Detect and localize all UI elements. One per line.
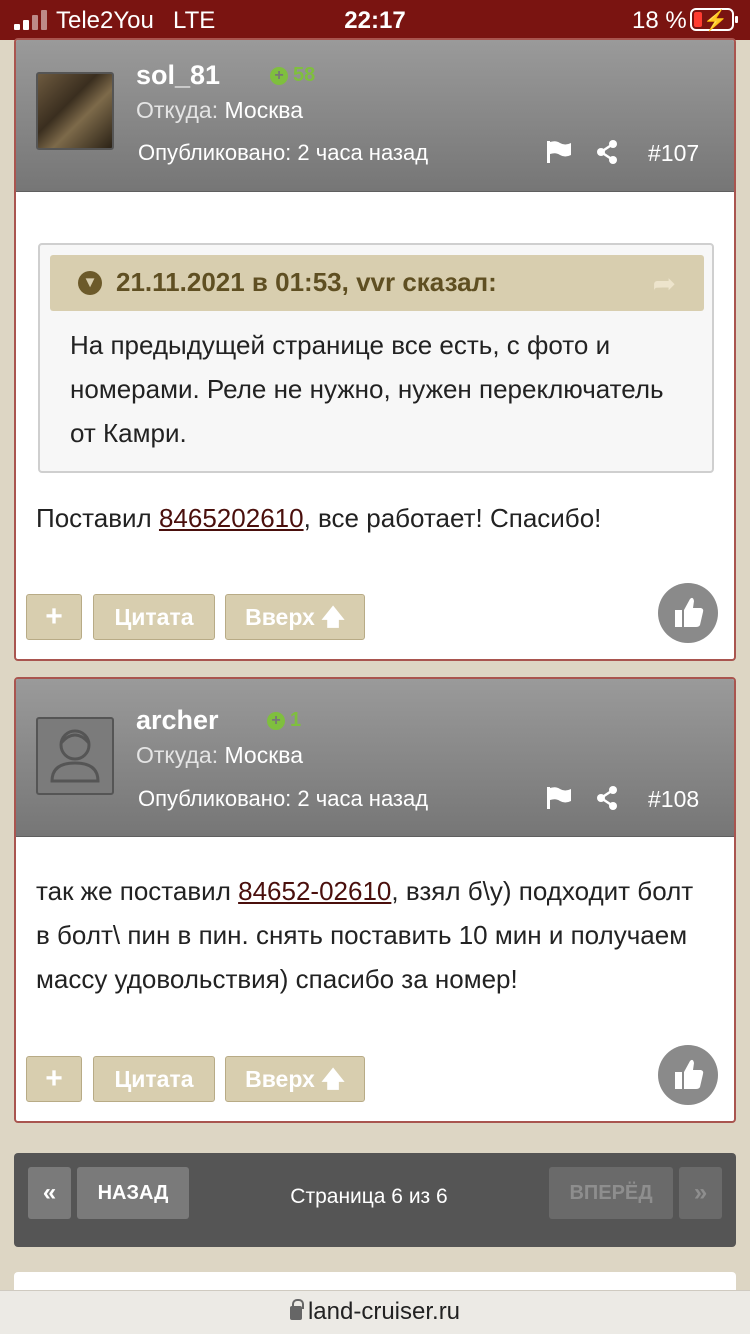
up-button[interactable]: Вверх 🡅	[225, 594, 365, 640]
quote-title: 21.11.2021 в 01:53, vvr сказал:	[116, 267, 497, 297]
reputation-badge: +1	[267, 709, 301, 732]
reputation-badge: +58	[270, 64, 315, 87]
plus-icon: +	[270, 67, 288, 85]
user-location: Откуда: Москва	[136, 742, 304, 768]
battery-percent: 18 %	[632, 7, 687, 34]
quote-header: ▼ 21.11.2021 в 01:53, vvr сказал: ➦	[50, 255, 704, 311]
username[interactable]: sol_81	[136, 60, 220, 91]
part-number-link[interactable]: 8465202610	[159, 503, 304, 533]
plus-button[interactable]: +	[26, 594, 82, 640]
post-content: Поставил 8465202610, все работает! Спаси…	[36, 503, 602, 533]
plus-button[interactable]: +	[26, 1056, 82, 1102]
flag-icon[interactable]	[546, 140, 572, 164]
post-header: archer +1 Откуда: Москва Опубликовано: 2…	[16, 679, 734, 837]
post-header: sol_81 +58 Откуда: Москва Опубликовано: …	[16, 40, 734, 192]
url-text: land-cruiser.ru	[307, 1298, 461, 1325]
quote-block: ▼ 21.11.2021 в 01:53, vvr сказал: ➦ На п…	[38, 243, 714, 473]
last-page-button[interactable]: »	[679, 1167, 722, 1219]
post-content: так же поставил 84652-02610, взял б\у) п…	[36, 876, 694, 994]
post-date: Опубликовано: 2 часа назад	[138, 786, 429, 811]
post-date: Опубликовано: 2 часа назад	[138, 140, 429, 165]
default-user-icon	[50, 729, 100, 783]
share-icon[interactable]	[596, 140, 618, 164]
thumbs-up-icon	[675, 1059, 704, 1089]
battery-icon: ⚡	[690, 8, 738, 32]
quote-text: На предыдущей странице все есть, с фото …	[70, 330, 664, 448]
avatar[interactable]	[36, 717, 114, 795]
thumbs-up-icon	[675, 597, 704, 627]
quote-button[interactable]: Цитата	[93, 1056, 215, 1102]
forum-post: archer +1 Откуда: Москва Опубликовано: 2…	[14, 677, 736, 1123]
post-number[interactable]: #107	[648, 140, 699, 167]
quote-button[interactable]: Цитата	[93, 594, 215, 640]
avatar[interactable]	[36, 72, 114, 150]
arrow-up-icon: 🡅	[321, 604, 345, 630]
like-button[interactable]	[658, 1045, 718, 1105]
post-number[interactable]: #108	[648, 786, 699, 813]
forward-button[interactable]: ВПЕРЁД	[549, 1167, 673, 1219]
url-bar[interactable]: land-cruiser.ru	[0, 1290, 750, 1334]
arrow-up-icon: 🡅	[321, 1066, 345, 1092]
part-number-link[interactable]: 84652-02610	[238, 876, 391, 906]
forum-post: sol_81 +58 Откуда: Москва Опубликовано: …	[14, 38, 736, 661]
lock-icon	[289, 1299, 304, 1320]
username[interactable]: archer	[136, 705, 219, 736]
user-location: Откуда: Москва	[136, 97, 304, 123]
status-bar: Tele2You LTE 22:17 18 % ⚡	[0, 0, 750, 40]
plus-icon: +	[267, 712, 285, 730]
chevron-down-icon[interactable]: ▼	[78, 271, 102, 295]
like-button[interactable]	[658, 583, 718, 643]
share-icon[interactable]	[596, 786, 618, 810]
flag-icon[interactable]	[546, 786, 572, 810]
jump-to-post-icon[interactable]: ➦	[653, 267, 676, 300]
pagination: « НАЗАД Страница 6 из 6 ВПЕРЁД »	[14, 1153, 736, 1247]
up-button[interactable]: Вверх 🡅	[225, 1056, 365, 1102]
